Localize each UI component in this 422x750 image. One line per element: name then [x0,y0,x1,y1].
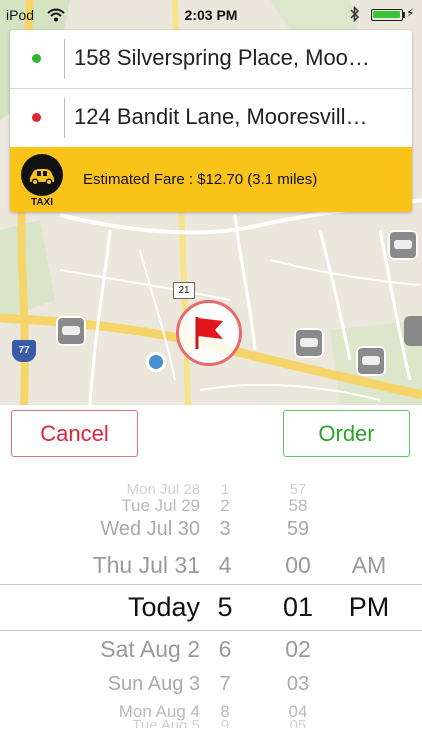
estimated-fare: Estimated Fare : $12.70 (3.1 miles) [83,171,318,188]
hour-option[interactable]: 9 [200,720,250,728]
taxi-marker-icon[interactable] [388,230,418,260]
am-option[interactable]: AM [334,552,404,579]
date-option[interactable]: Thu Jul 31 [20,552,200,579]
pickup-address[interactable]: 158 Silverspring Place, Moo… [74,45,404,71]
trip-card: 158 Silverspring Place, Moo… 124 Bandit … [10,30,412,212]
minute-option[interactable]: 00 [268,552,328,579]
battery-icon [371,9,403,21]
hour-option[interactable]: 2 [200,496,250,516]
date-option[interactable]: Sat Aug 2 [20,636,200,663]
battery-cap [403,12,405,18]
selection-line-top [0,584,422,585]
taxi-marker-icon[interactable] [404,316,422,346]
minute-option[interactable]: 05 [268,720,328,728]
red-dot-icon [32,113,41,122]
cancel-button[interactable]: Cancel [11,410,138,457]
battery-level [373,11,400,18]
taxi-marker-icon[interactable] [56,316,86,346]
fare-banner: TAXI Estimated Fare : $12.70 (3.1 miles) [10,147,412,212]
green-dot-icon [32,54,41,63]
minute-option[interactable]: 58 [268,496,328,516]
dropoff-address[interactable]: 124 Bandit Lane, Mooresvill… [74,104,404,130]
dropoff-row[interactable]: 124 Bandit Lane, Mooresvill… [10,89,412,147]
route-21-label: 21 [178,285,190,296]
hour-option[interactable]: 1 [200,484,250,496]
row-divider [64,39,65,79]
charging-bolt-icon: ⚡ [406,6,415,20]
taxi-marker-icon[interactable] [294,328,324,358]
date-option[interactable]: Sun Aug 3 [20,673,200,696]
hour-option-selected[interactable]: 5 [200,592,250,623]
minute-option[interactable]: 59 [268,518,328,541]
destination-flag-icon[interactable] [176,300,242,366]
hour-option[interactable]: 7 [200,673,250,696]
date-option-selected[interactable]: Today [20,592,200,623]
minute-option[interactable]: 57 [268,484,328,496]
datetime-picker[interactable]: Mon Jul 28 Tue Jul 29 Wed Jul 30 Thu Jul… [0,478,422,728]
status-bar: iPod 2:03 PM ⚡ [0,0,422,30]
taxi-label: TAXI [30,197,54,208]
hour-option[interactable]: 6 [200,636,250,663]
pickup-row[interactable]: 158 Silverspring Place, Moo… [10,30,412,88]
minute-option[interactable]: 03 [268,673,328,696]
taxi-marker-icon[interactable] [356,346,386,376]
taxi-icon [21,154,63,196]
interstate-77-shield: 77 [12,340,36,362]
date-option[interactable]: Mon Aug 4 [20,702,200,722]
route-21-shield: 21 [173,282,195,299]
location-pin-icon [146,352,166,372]
row-divider [64,98,65,138]
date-option[interactable]: Wed Jul 30 [20,518,200,541]
map-attribution [340,392,410,404]
selection-line-bottom [0,630,422,631]
date-option[interactable]: Mon Jul 28 [20,484,200,496]
interstate-77-label: 77 [18,345,30,356]
minute-option-selected[interactable]: 01 [268,592,328,623]
date-option[interactable]: Tue Aug 5 [20,720,200,728]
hour-option[interactable]: 3 [200,518,250,541]
pm-option-selected[interactable]: PM [334,592,404,623]
hour-option[interactable]: 4 [200,552,250,579]
bluetooth-icon [350,5,360,25]
date-option[interactable]: Tue Jul 29 [20,496,200,516]
hour-option[interactable]: 8 [200,702,250,722]
minute-option[interactable]: 04 [268,702,328,722]
minute-option[interactable]: 02 [268,636,328,663]
order-button[interactable]: Order [283,410,410,457]
